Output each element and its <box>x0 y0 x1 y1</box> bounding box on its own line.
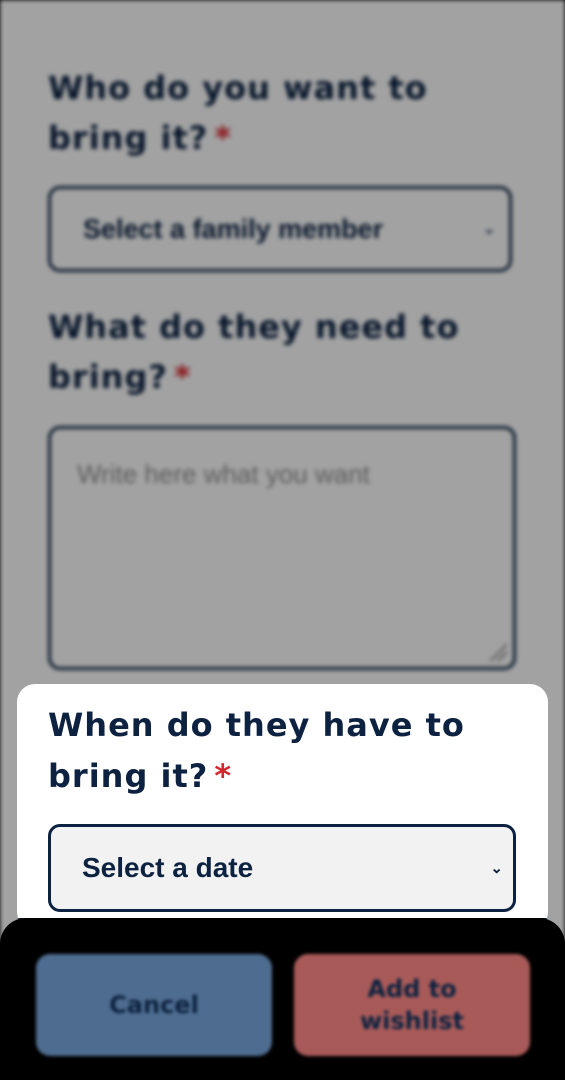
when-question-label: When do they have to bring it? * <box>48 700 528 802</box>
add-to-wishlist-label: Add to wishlist <box>360 975 464 1035</box>
chevron-down-icon: ⌄ <box>490 860 503 877</box>
cancel-button-label: Cancel <box>109 991 199 1019</box>
required-marker: * <box>214 757 233 795</box>
date-select[interactable]: Select a date ⌄ <box>48 824 516 912</box>
action-bar: Cancel Add to wishlist <box>0 918 565 1080</box>
date-select-value: Select a date <box>82 852 254 883</box>
cancel-button[interactable]: Cancel <box>36 954 272 1056</box>
when-question-text: When do they have to bring it? <box>48 706 465 795</box>
add-to-wishlist-button[interactable]: Add to wishlist <box>294 954 530 1056</box>
focused-date-card: When do they have to bring it? * Select a… <box>17 684 548 930</box>
wishlist-form-page: Who do you want to bring it? * Select a f… <box>0 0 565 1080</box>
